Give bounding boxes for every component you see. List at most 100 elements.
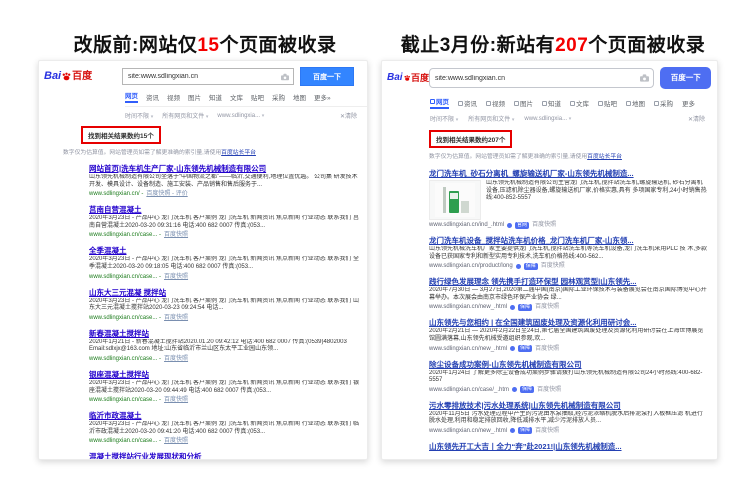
product-image — [435, 183, 475, 217]
snapshot-link[interactable]: 百度快照 — [164, 314, 188, 322]
paw-icon — [62, 72, 71, 81]
clear-filters-button[interactable]: ✕清除 — [340, 111, 357, 120]
result-url: www.sdlingxian.cn/ind_.html — [429, 222, 505, 228]
search-result: 全季混凝土 2020年3月23日 - 产品中心 龙门洗车机 客户案例 龙门洗车机… — [89, 246, 361, 280]
result-title-link[interactable]: 龙门洗车机设备_搅拌站洗车机价格_龙门洗车机厂家-山东领... — [429, 236, 707, 245]
search-input[interactable] — [123, 69, 293, 84]
filter-filetype[interactable]: 所有网页和文件 ▾ — [162, 111, 208, 120]
logo-cn: 百度 — [410, 73, 429, 83]
result-title-link[interactable]: 网站首页|洗车机生产厂家-山东领先机械制造有限公司 — [89, 164, 361, 173]
snapshot-link[interactable]: 百度快照 — [535, 303, 559, 311]
result-description: 2020年2月21日 — 2020年2月22日至24日,第七届全国建筑固废处理及… — [429, 328, 704, 342]
result-title-link[interactable]: 龙门洗车机_砂石分离机_螺旋输送机厂家-山东领先机械制造... — [429, 169, 707, 178]
tab-map[interactable]: 地图 — [293, 92, 306, 102]
tab-wenku[interactable]: 文库 — [230, 92, 243, 102]
result-title-link[interactable]: 山东领先与您相约 | 在全国建筑固废处理及资源化利用研讨会... — [429, 318, 707, 327]
snapshot-link[interactable]: 百度快照 — [164, 437, 188, 445]
tab-map[interactable]: 地图 — [626, 98, 645, 108]
snapshot-link[interactable]: 百度快照 — [164, 396, 188, 404]
tab-tieba[interactable]: 贴吧 — [598, 98, 617, 108]
tab-image[interactable]: 图片 — [188, 92, 201, 102]
result-title-link[interactable]: 全季混凝土 — [89, 246, 361, 255]
snapshot-link[interactable]: 百度快照 — [537, 386, 561, 394]
snapshot-link[interactable]: 百度快照 — [164, 355, 188, 363]
web-icon — [430, 99, 435, 104]
search-result: 临沂市政混凝土 2020年3月23日 - 产品中心 龙门洗车机 客户案例 龙门洗… — [89, 411, 361, 445]
cart-icon — [654, 100, 659, 106]
result-title-link[interactable]: 莒南自营混凝土 — [89, 205, 361, 214]
estimate-tip: 数字仅为估算值。网站管理员如需了解更准确的索引量,请使用百度站长平台 — [63, 150, 256, 156]
chevron-down-icon: ▾ — [568, 115, 572, 122]
tab-video[interactable]: 视频 — [486, 98, 505, 108]
result-title-link[interactable]: 银座混凝土搅拌站 — [89, 370, 361, 379]
video-icon — [486, 100, 491, 106]
clear-filters-button[interactable]: ✕清除 — [688, 114, 705, 123]
chevron-down-icon: ▾ — [455, 117, 459, 123]
tab-wenku[interactable]: 文库 — [570, 98, 589, 108]
caption-text: 个页面被收录 — [219, 35, 337, 56]
result-url: www.sdlingxian.cn/case... - — [89, 438, 162, 445]
tab-more[interactable]: 更多 — [682, 98, 695, 108]
snapshot-link[interactable]: 百度快照 — [164, 273, 188, 281]
result-title-link[interactable]: 混凝土搅拌站行业发展现状和分析 — [89, 452, 361, 459]
filter-site[interactable]: www.sdlingxia... ▾ — [217, 113, 264, 119]
snapshot-link[interactable]: 百度快照 — [535, 427, 559, 435]
search-button[interactable]: 百度一下 — [660, 67, 711, 89]
snapshot-link[interactable]: 百度快照 — [535, 345, 559, 353]
filter-site[interactable]: www.sdlingxia... ▾ — [524, 116, 571, 122]
result-title-link[interactable]: 污水零排放技术|污水处理系统|山东领先机械制造有限公司 — [429, 401, 707, 410]
tab-news[interactable]: 资讯 — [458, 98, 477, 108]
tab-more[interactable]: 更多» — [314, 92, 331, 102]
caption-number: 15 — [197, 35, 220, 56]
result-description: 2020年3月23日 - 产品中心 龙门洗车机 客户案例 龙门洗车机 新闻资讯 … — [89, 256, 360, 270]
webmaster-platform-link[interactable]: 百度站长平台 — [587, 154, 622, 160]
search-result: 网站首页|洗车机生产厂家-山东领先机械制造有限公司 山东领先机械制造有限公司坐落… — [89, 164, 361, 198]
caption-after: 截止3月份:新站有207个页面被收录 — [386, 30, 720, 57]
snapshot-link[interactable]: 百度快照 — [164, 231, 188, 239]
filter-time[interactable]: 时间不限 ▾ — [125, 111, 153, 120]
result-url: www.sdlingxian.cn/product/long — [429, 263, 513, 270]
snapshot-link[interactable]: 百度快照 — [541, 262, 565, 270]
tab-web[interactable]: 网页 — [125, 90, 138, 103]
filter-filetype[interactable]: 所有网页和文件 ▾ — [468, 114, 514, 123]
vertical-tabs: 网页 资讯 视频 图片 知道 文库 贴吧 地图 采购 更多 — [430, 96, 717, 109]
result-title-link[interactable]: 临沂市政混凝土 — [89, 411, 361, 420]
caption-text: 截止3月份:新站有 — [400, 35, 556, 56]
search-header: Bai 百度 百度一下 — [382, 61, 717, 93]
result-description: 2020年11月5日 污水处理过程中产生的污泥由水泵抽取,经污泥浓缩机脱水后排泥… — [429, 410, 703, 425]
search-result: 践行绿色发展理念 领先携手打造环保型 园林观赏型|山东领先... 2020年7月… — [429, 277, 707, 311]
news-icon — [458, 100, 463, 106]
result-title-link[interactable]: 山东领先开工大吉丨全力“奔”赴2021!|山东领先机械制造... — [429, 442, 707, 451]
results-list: 龙门洗车机_砂石分离机_螺旋输送机厂家-山东领先机械制造... 山东领先机械制造… — [429, 169, 707, 451]
tab-tieba[interactable]: 贴吧 — [251, 92, 264, 102]
results-list: 网站首页|洗车机生产厂家-山东领先机械制造有限公司 山东领先机械制造有限公司坐落… — [89, 164, 361, 459]
camera-icon[interactable] — [640, 74, 650, 82]
filter-time[interactable]: 时间不限 ▾ — [430, 114, 458, 123]
tab-zhidao[interactable]: 知道 — [542, 98, 561, 108]
camera-icon[interactable] — [281, 73, 289, 80]
search-result: 山东大三元混凝 搅拌站 2020年3月23日 - 产品中心 龙门洗车机 客户案例… — [89, 288, 361, 322]
result-title-link[interactable]: 除尘设备成功案例-山东领先机械制造有限公司 — [429, 360, 707, 369]
search-button[interactable]: 百度一下 — [300, 67, 354, 86]
tab-image[interactable]: 图片 — [514, 98, 533, 108]
result-thumbnail[interactable] — [429, 180, 481, 220]
result-count-highlight: 找到相关结果数约15个 — [81, 126, 161, 144]
result-description: 2020年3月23日 - 产品中心 龙门洗车机 客户案例 龙门洗车机 新闻资讯 … — [89, 297, 360, 312]
tab-news[interactable]: 资讯 — [146, 92, 159, 102]
snapshot-link[interactable]: 百度快照 - 评价 — [146, 190, 187, 198]
result-title-link[interactable]: 山东大三元混凝 搅拌站 — [89, 288, 361, 297]
webmaster-platform-link[interactable]: 百度站长平台 — [221, 150, 256, 156]
image-icon — [514, 100, 519, 106]
doc-icon — [570, 100, 575, 106]
official-badge: 官网 — [515, 221, 530, 229]
result-title-link[interactable]: 践行绿色发展理念 领先携手打造环保型 园林观赏型|山东领先... — [429, 277, 707, 286]
tab-caigou[interactable]: 采购 — [272, 92, 285, 102]
tab-caigou[interactable]: 采购 — [654, 98, 673, 108]
snapshot-link[interactable]: 百度快照 — [532, 221, 556, 229]
result-title-link[interactable]: 新春混凝土搅拌站 — [89, 329, 361, 338]
tab-video[interactable]: 视频 — [167, 92, 180, 102]
chevron-down-icon: ▾ — [150, 114, 154, 120]
tab-zhidao[interactable]: 知道 — [209, 92, 222, 102]
tab-web[interactable]: 网页 — [430, 96, 449, 109]
search-input[interactable] — [430, 69, 654, 87]
